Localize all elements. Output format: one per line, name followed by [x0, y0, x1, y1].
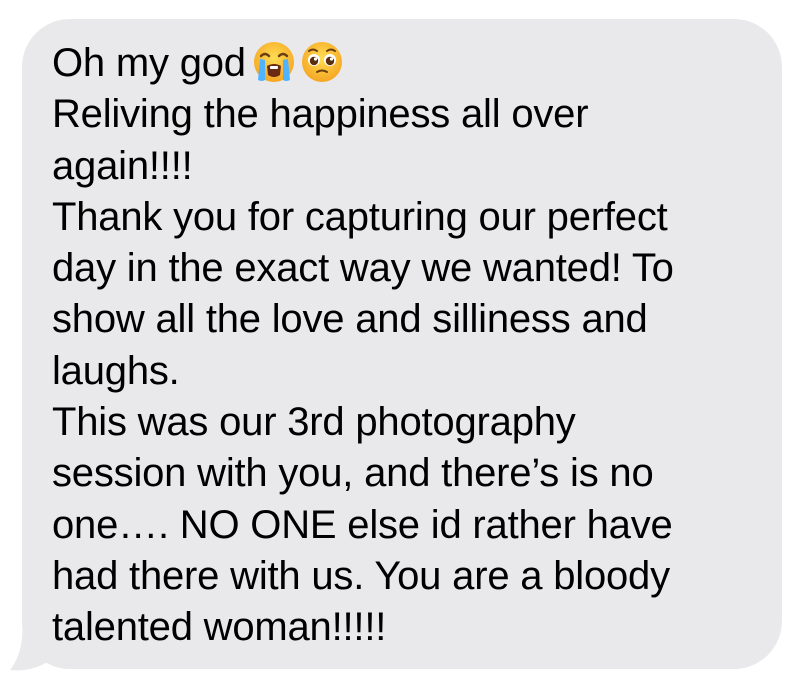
conversation-view: Oh my god Reliving the happiness all ove…	[0, 0, 800, 696]
pleading-face-icon	[300, 40, 344, 84]
message-line: This was our 3rd photography	[52, 400, 576, 445]
message-line-text: Oh my god	[52, 41, 246, 85]
message-line: Reliving the happiness all over	[52, 92, 589, 137]
message-line: one…. NO ONE else id rather have	[52, 502, 673, 547]
message-line: show all the love and silliness and	[52, 297, 648, 342]
message-text: Oh my god Reliving the happiness all ove…	[52, 38, 772, 654]
message-line: Oh my god	[52, 38, 772, 89]
message-line: session with you, and there’s is no	[52, 451, 654, 496]
message-line: had there with us. You are a bloody	[52, 553, 670, 598]
message-line: Thank you for capturing our perfect	[52, 194, 668, 239]
message-line: laughs.	[52, 348, 180, 393]
message-line: day in the exact way we wanted! To	[52, 246, 674, 291]
message-line: again!!!!	[52, 143, 193, 188]
message-line: talented woman!!!!!	[52, 605, 387, 650]
loudly-crying-face-icon	[252, 40, 296, 84]
